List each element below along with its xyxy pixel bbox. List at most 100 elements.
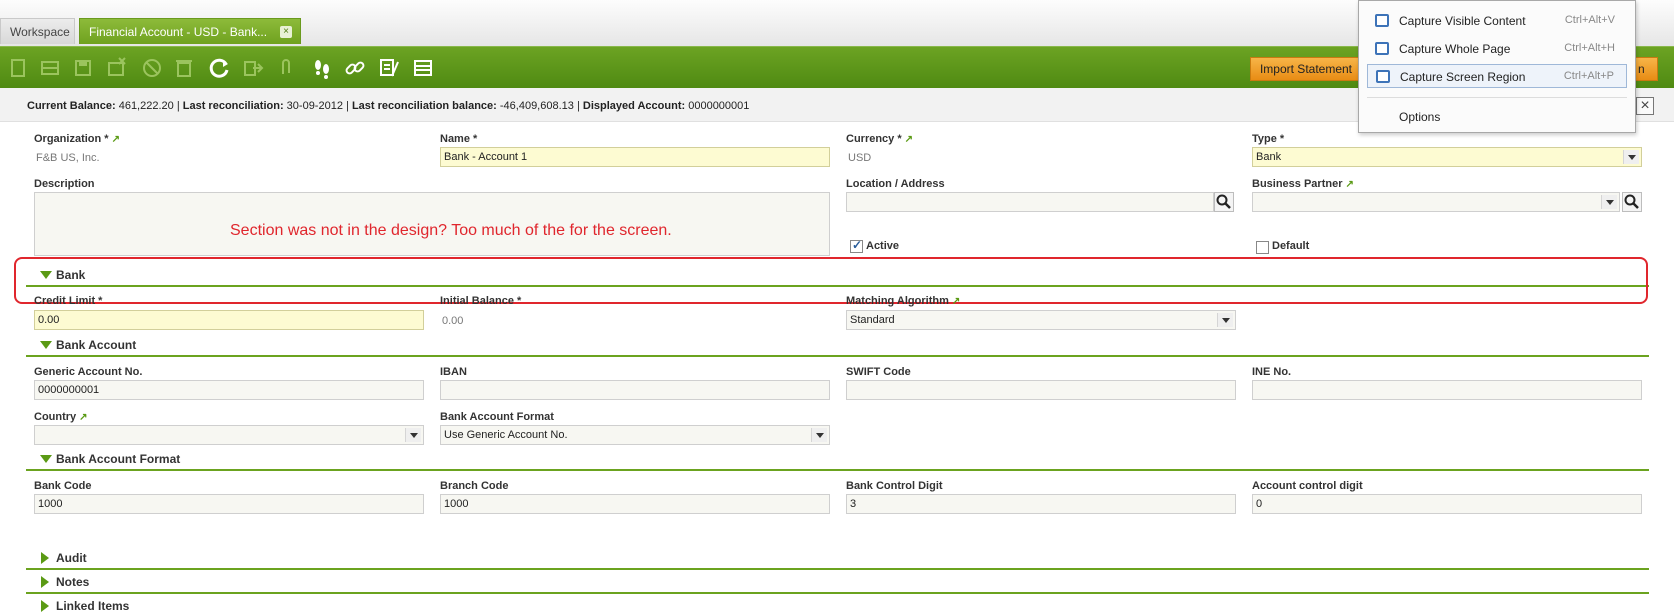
tab-financial-account[interactable]: Financial Account - USD - Bank... ×: [79, 18, 301, 44]
grid-view-icon[interactable]: [36, 54, 64, 82]
section-bank-account[interactable]: Bank Account: [26, 335, 1649, 357]
last-reconciliation-balance-label: Last reconciliation balance:: [351, 100, 497, 112]
business-partner-label: Business Partner ↗: [1252, 178, 1354, 190]
account-control-digit-label: Account control digit: [1252, 480, 1363, 492]
refresh-icon[interactable]: [206, 54, 234, 82]
credit-limit-field[interactable]: 0.00: [34, 310, 424, 330]
chevron-down-icon[interactable]: [1623, 150, 1639, 164]
branch-code-field[interactable]: 1000: [440, 494, 830, 514]
chevron-down-icon[interactable]: [811, 428, 827, 442]
menu-item-label: Capture Visible Content: [1399, 14, 1526, 28]
section-bank-account-format[interactable]: Bank Account Format: [26, 449, 1649, 471]
section-notes-label: Notes: [56, 575, 90, 589]
description-label: Description: [34, 178, 95, 190]
type-value: Bank: [1256, 151, 1282, 163]
chevron-down-icon[interactable]: [1217, 313, 1233, 327]
matching-algorithm-select[interactable]: Standard: [846, 310, 1236, 330]
delete-icon[interactable]: [170, 54, 198, 82]
annotation-note: Section was not in the design? Too much …: [230, 222, 672, 239]
generic-account-field[interactable]: 0000000001: [34, 380, 424, 400]
displayed-account-label: Displayed Account:: [582, 100, 686, 112]
organization-value: F&B US, Inc.: [36, 152, 100, 164]
type-select[interactable]: Bank: [1252, 147, 1642, 167]
undo-icon[interactable]: [138, 54, 166, 82]
section-audit-label: Audit: [56, 551, 87, 565]
type-label: Type *: [1252, 133, 1285, 145]
current-balance-label: Current Balance:: [27, 100, 116, 112]
options-item[interactable]: Options: [1367, 105, 1627, 129]
bank-control-digit-field[interactable]: 3: [846, 494, 1236, 514]
country-label: Country ↗: [34, 411, 88, 423]
last-reconciliation-label: Last reconciliation:: [182, 100, 284, 112]
capture-visible-content-item[interactable]: Capture Visible Content Ctrl+Alt+V: [1367, 9, 1627, 33]
tools-icon[interactable]: [375, 54, 403, 82]
capture-screen-region-item[interactable]: Capture Screen Region Ctrl+Alt+P: [1367, 64, 1627, 88]
name-field[interactable]: Bank - Account 1: [440, 147, 830, 167]
link-icon[interactable]: [341, 54, 369, 82]
close-icon[interactable]: ×: [1636, 97, 1654, 115]
expand-triangle-icon: [41, 552, 49, 564]
menu-divider: [1367, 97, 1627, 98]
bank-account-format-value: Use Generic Account No.: [444, 429, 568, 441]
footprints-icon[interactable]: [308, 54, 336, 82]
tab-close-icon[interactable]: ×: [280, 26, 292, 38]
save-icon[interactable]: [69, 54, 97, 82]
search-icon[interactable]: [1622, 192, 1642, 212]
last-reconciliation-balance-value: -46,409,608.13: [499, 100, 574, 112]
ine-label: INE No.: [1252, 366, 1292, 378]
displayed-account-value: 0000000001: [688, 100, 750, 112]
options-label: Options: [1399, 110, 1441, 124]
attachment-icon[interactable]: [272, 54, 300, 82]
location-field[interactable]: [846, 192, 1214, 212]
section-audit[interactable]: Audit: [26, 548, 1649, 570]
section-notes[interactable]: Notes: [26, 572, 1649, 594]
annotation-highlight: [14, 257, 1648, 304]
menu-item-label: Capture Screen Region: [1400, 70, 1526, 84]
form-toggle-icon[interactable]: [409, 54, 437, 82]
bank-code-field[interactable]: 1000: [34, 494, 424, 514]
save-close-icon[interactable]: [102, 54, 130, 82]
organization-label: Organization * ↗: [34, 133, 120, 145]
status-separator: |: [176, 100, 180, 112]
matching-algorithm-value: Standard: [850, 314, 895, 326]
chevron-down-icon[interactable]: [1601, 195, 1617, 209]
iban-label: IBAN: [440, 366, 467, 378]
country-select[interactable]: [34, 425, 424, 445]
credit-limit-label: Credit Limit *: [34, 295, 103, 307]
default-checkbox[interactable]: [1256, 241, 1269, 254]
chevron-down-icon[interactable]: [405, 428, 421, 442]
tab-workspace[interactable]: Workspace: [0, 18, 75, 44]
bank-account-format-label: Bank Account Format: [440, 411, 554, 423]
location-label: Location / Address: [846, 178, 945, 190]
iban-field[interactable]: [440, 380, 830, 400]
swift-label: SWIFT Code: [846, 366, 911, 378]
active-checkbox[interactable]: [850, 238, 863, 253]
matching-algorithm-label: Matching Algorithm ↗: [846, 295, 961, 307]
collapse-triangle-icon: [40, 455, 52, 463]
expand-triangle-icon: [41, 600, 49, 612]
initial-balance-label: Initial Balance *: [440, 295, 522, 307]
bank-code-label: Bank Code: [34, 480, 92, 492]
last-reconciliation-value: 30-09-2012: [286, 100, 343, 112]
section-linked-items[interactable]: Linked Items: [26, 596, 1649, 612]
tab-workspace-label: Workspace: [10, 25, 70, 39]
section-linked-items-label: Linked Items: [56, 599, 130, 612]
bank-account-format-select[interactable]: Use Generic Account No.: [440, 425, 830, 445]
account-control-digit-field[interactable]: 0: [1252, 494, 1642, 514]
capture-visible-icon: [1375, 14, 1389, 27]
branch-code-label: Branch Code: [440, 480, 509, 492]
export-icon[interactable]: [239, 54, 267, 82]
swift-field[interactable]: [846, 380, 1236, 400]
currency-label: Currency * ↗: [846, 133, 914, 145]
menu-item-shortcut: Ctrl+Alt+H: [1564, 42, 1615, 54]
business-partner-select[interactable]: [1252, 192, 1620, 212]
status-separator: |: [576, 100, 580, 112]
capture-region-icon: [1376, 70, 1390, 83]
import-statement-button[interactable]: Import Statement: [1250, 57, 1362, 81]
ine-field[interactable]: [1252, 380, 1642, 400]
search-icon[interactable]: [1214, 192, 1234, 212]
capture-menu: Capture Visible Content Ctrl+Alt+V Captu…: [1358, 0, 1636, 133]
new-doc-icon[interactable]: [4, 54, 32, 82]
capture-whole-page-item[interactable]: Capture Whole Page Ctrl+Alt+H: [1367, 37, 1627, 61]
collapse-triangle-icon: [40, 341, 52, 349]
